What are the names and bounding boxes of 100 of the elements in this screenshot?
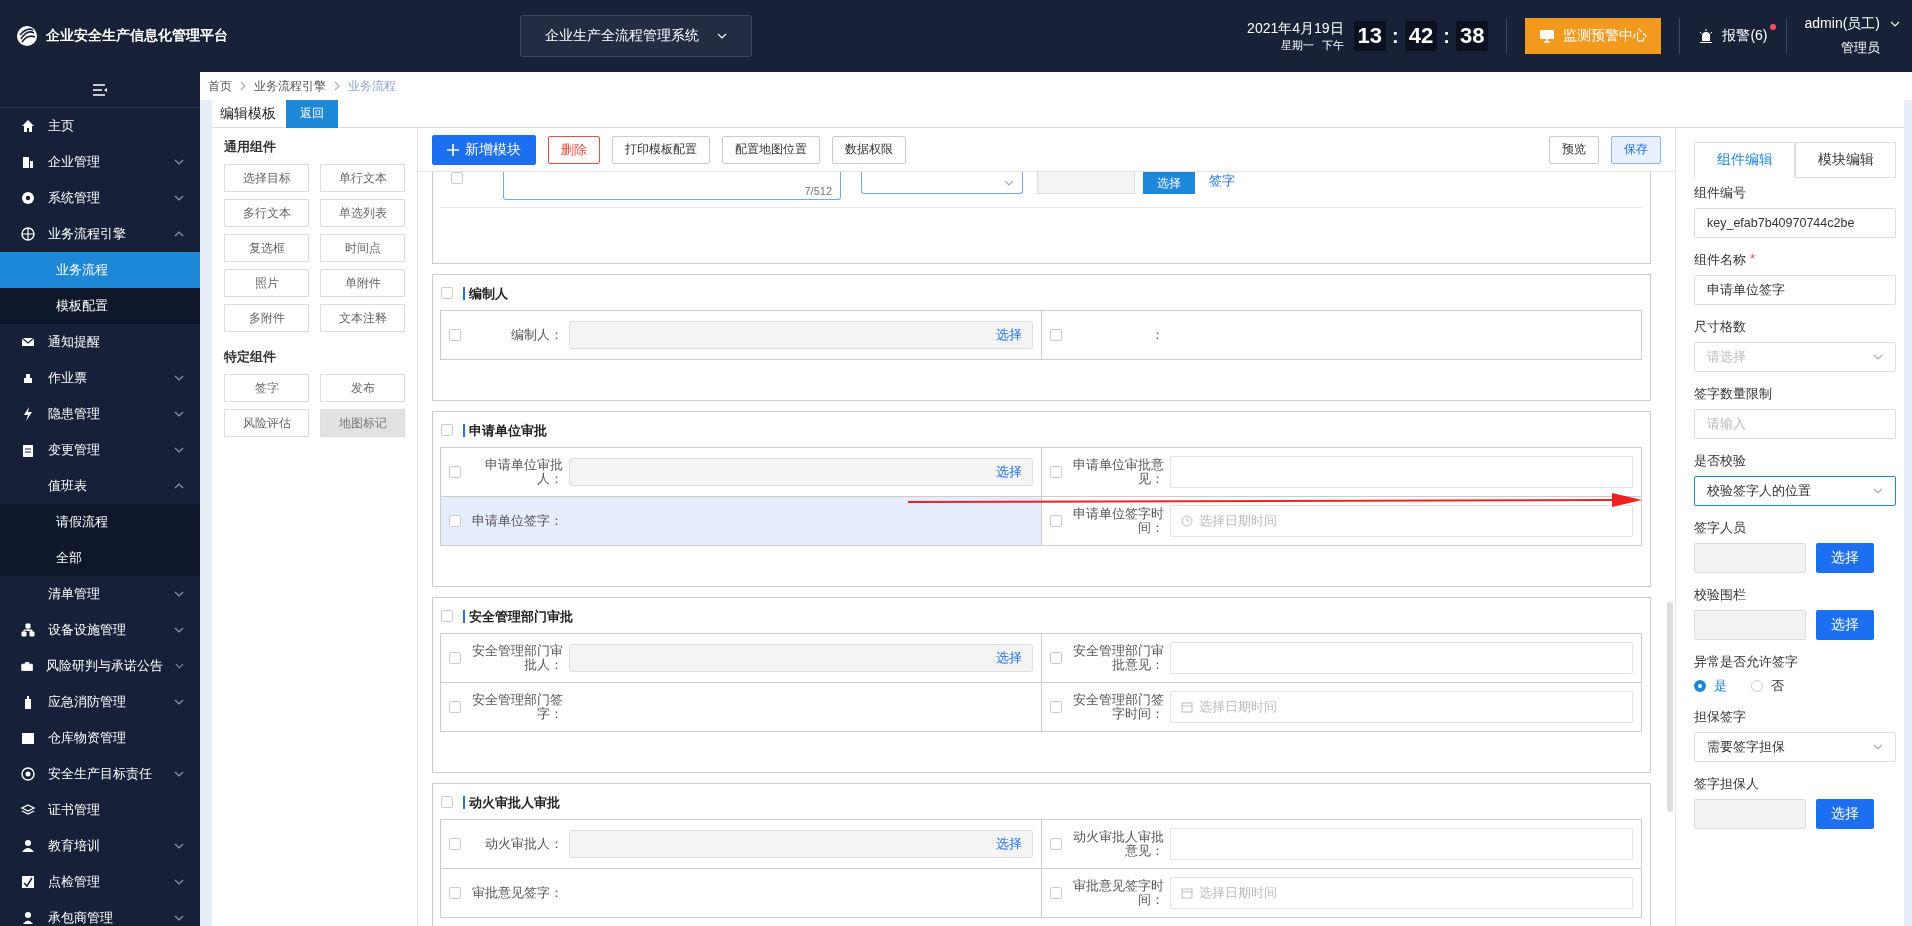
- form-cell[interactable]: 安全管理部门签字时间： 选择日期时间: [1040, 682, 1642, 732]
- radio-option[interactable]: 是: [1694, 677, 1727, 695]
- sign-link[interactable]: 签字: [1209, 172, 1235, 190]
- checkbox[interactable]: [1049, 329, 1062, 341]
- picker-field[interactable]: 选择: [569, 644, 1033, 672]
- checkbox[interactable]: [449, 515, 461, 527]
- nav-item[interactable]: 企业管理: [0, 144, 200, 180]
- input-field[interactable]: [1694, 610, 1806, 640]
- component-button[interactable]: 单附件: [320, 269, 405, 297]
- checkbox[interactable]: [449, 329, 461, 341]
- input-field[interactable]: [1694, 543, 1806, 573]
- checkbox[interactable]: [441, 796, 453, 808]
- toolbar-button[interactable]: 保存: [1611, 135, 1661, 164]
- toolbar-button[interactable]: 打印模板配置: [612, 135, 710, 164]
- tab[interactable]: 组件编辑: [1694, 142, 1795, 178]
- alarm-link[interactable]: 报警(6): [1722, 27, 1768, 43]
- input-field[interactable]: [1169, 828, 1633, 860]
- toolbar-button[interactable]: 预览: [1549, 135, 1599, 164]
- checkbox[interactable]: [449, 701, 461, 713]
- toolbar-button[interactable]: 配置地图位置: [722, 135, 820, 164]
- picker-field[interactable]: 选择: [569, 458, 1033, 486]
- checkbox[interactable]: [449, 887, 461, 899]
- user-name[interactable]: admin(员工): [1804, 15, 1880, 33]
- checkbox[interactable]: [1049, 838, 1062, 850]
- form-cell[interactable]: 申请单位签字时间： 选择日期时间: [1040, 496, 1642, 546]
- input-field[interactable]: [1169, 456, 1633, 488]
- form-cell[interactable]: 动火审批人审批意见：: [1040, 819, 1642, 869]
- radio-option[interactable]: 否: [1751, 677, 1784, 695]
- system-select[interactable]: 企业生产全流程管理系统: [520, 15, 752, 57]
- breadcrumb-link[interactable]: 业务流程引擎: [254, 77, 326, 95]
- select-field[interactable]: 需要签字担保: [1694, 732, 1896, 762]
- component-button[interactable]: 选择目标: [224, 164, 309, 192]
- nav-item[interactable]: 作业票: [0, 360, 200, 396]
- checkbox[interactable]: [451, 172, 463, 184]
- input-field[interactable]: [1694, 799, 1806, 829]
- form-cell[interactable]: 动火审批人： 选择: [440, 819, 1042, 869]
- form-cell[interactable]: 编制人： 选择: [440, 310, 1042, 360]
- select-field[interactable]: [861, 172, 1023, 194]
- nav-item[interactable]: 安全生产目标责任: [0, 756, 200, 792]
- component-button[interactable]: 多附件: [224, 304, 309, 332]
- nav-item[interactable]: 教育培训: [0, 828, 200, 864]
- toolbar-button[interactable]: 数据权限: [832, 135, 906, 164]
- select-button[interactable]: 选择: [1816, 543, 1874, 573]
- component-button[interactable]: 单选列表: [320, 199, 405, 227]
- menu-collapse-icon[interactable]: [92, 83, 108, 96]
- select-button[interactable]: 选择: [1143, 172, 1195, 194]
- form-cell[interactable]: 安全管理部门审批人： 选择: [440, 633, 1042, 683]
- nav-item[interactable]: 风险研判与承诺公告: [0, 648, 200, 684]
- scrollbar-thumb[interactable]: [1667, 602, 1673, 812]
- nav-item[interactable]: 证书管理: [0, 792, 200, 828]
- form-cell[interactable]: 申请单位审批人： 选择: [440, 447, 1042, 497]
- input-field[interactable]: 申请单位签字: [1694, 275, 1896, 305]
- checkbox[interactable]: [1049, 466, 1062, 478]
- nav-item[interactable]: 变更管理: [0, 432, 200, 468]
- component-button[interactable]: 发布: [320, 374, 405, 402]
- checkbox[interactable]: [449, 466, 461, 478]
- component-button[interactable]: 文本注释: [320, 304, 405, 332]
- component-button[interactable]: 多行文本: [224, 199, 309, 227]
- nav-item[interactable]: 值班表: [0, 468, 200, 504]
- component-button[interactable]: 时间点: [320, 234, 405, 262]
- nav-item[interactable]: 清单管理: [0, 576, 200, 612]
- select-field[interactable]: 校验签字人的位置: [1694, 476, 1896, 506]
- checkbox[interactable]: [449, 838, 461, 850]
- picker-field[interactable]: 选择: [569, 830, 1033, 858]
- toolbar-button[interactable]: 新增模块: [432, 134, 536, 165]
- form-cell[interactable]: ：: [1040, 310, 1642, 360]
- component-button[interactable]: 签字: [224, 374, 309, 402]
- back-button[interactable]: 返回: [286, 99, 338, 128]
- nav-item[interactable]: 隐患管理: [0, 396, 200, 432]
- nav-item[interactable]: 通知提醒: [0, 324, 200, 360]
- checkbox[interactable]: [441, 287, 453, 299]
- input-field[interactable]: [1037, 172, 1135, 194]
- component-button[interactable]: 单行文本: [320, 164, 405, 192]
- select-button[interactable]: 选择: [1816, 610, 1874, 640]
- toolbar-button[interactable]: 删除: [548, 135, 600, 164]
- component-button[interactable]: 照片: [224, 269, 309, 297]
- checkbox[interactable]: [1049, 515, 1062, 527]
- checkbox[interactable]: [1049, 652, 1062, 664]
- select-button[interactable]: 选择: [1816, 799, 1874, 829]
- checkbox[interactable]: [441, 610, 453, 622]
- tab[interactable]: 模块编辑: [1795, 142, 1896, 178]
- nav-item[interactable]: 设备设施管理: [0, 612, 200, 648]
- input-field[interactable]: key_efab7b40970744c2be: [1694, 208, 1896, 238]
- form-cell[interactable]: 审批意见签字时间： 选择日期时间: [1040, 868, 1642, 918]
- checkbox[interactable]: [1049, 887, 1062, 899]
- nav-subitem[interactable]: 全部: [0, 540, 200, 576]
- nav-item[interactable]: 系统管理: [0, 180, 200, 216]
- nav-item[interactable]: 承包商管理: [0, 900, 200, 926]
- nav-item[interactable]: 应急消防管理: [0, 684, 200, 720]
- component-button[interactable]: 风险评估: [224, 409, 309, 437]
- component-button[interactable]: 复选框: [224, 234, 309, 262]
- checkbox[interactable]: [1049, 701, 1062, 713]
- nav-subitem[interactable]: 业务流程: [0, 252, 200, 288]
- textarea-field[interactable]: 7/512: [503, 172, 841, 200]
- nav-item[interactable]: 主页: [0, 108, 200, 144]
- form-cell[interactable]: 申请单位审批意见：: [1040, 447, 1642, 497]
- checkbox[interactable]: [441, 424, 453, 436]
- nav-item[interactable]: 仓库物资管理: [0, 720, 200, 756]
- checkbox[interactable]: [449, 652, 461, 664]
- nav-item[interactable]: 点检管理: [0, 864, 200, 900]
